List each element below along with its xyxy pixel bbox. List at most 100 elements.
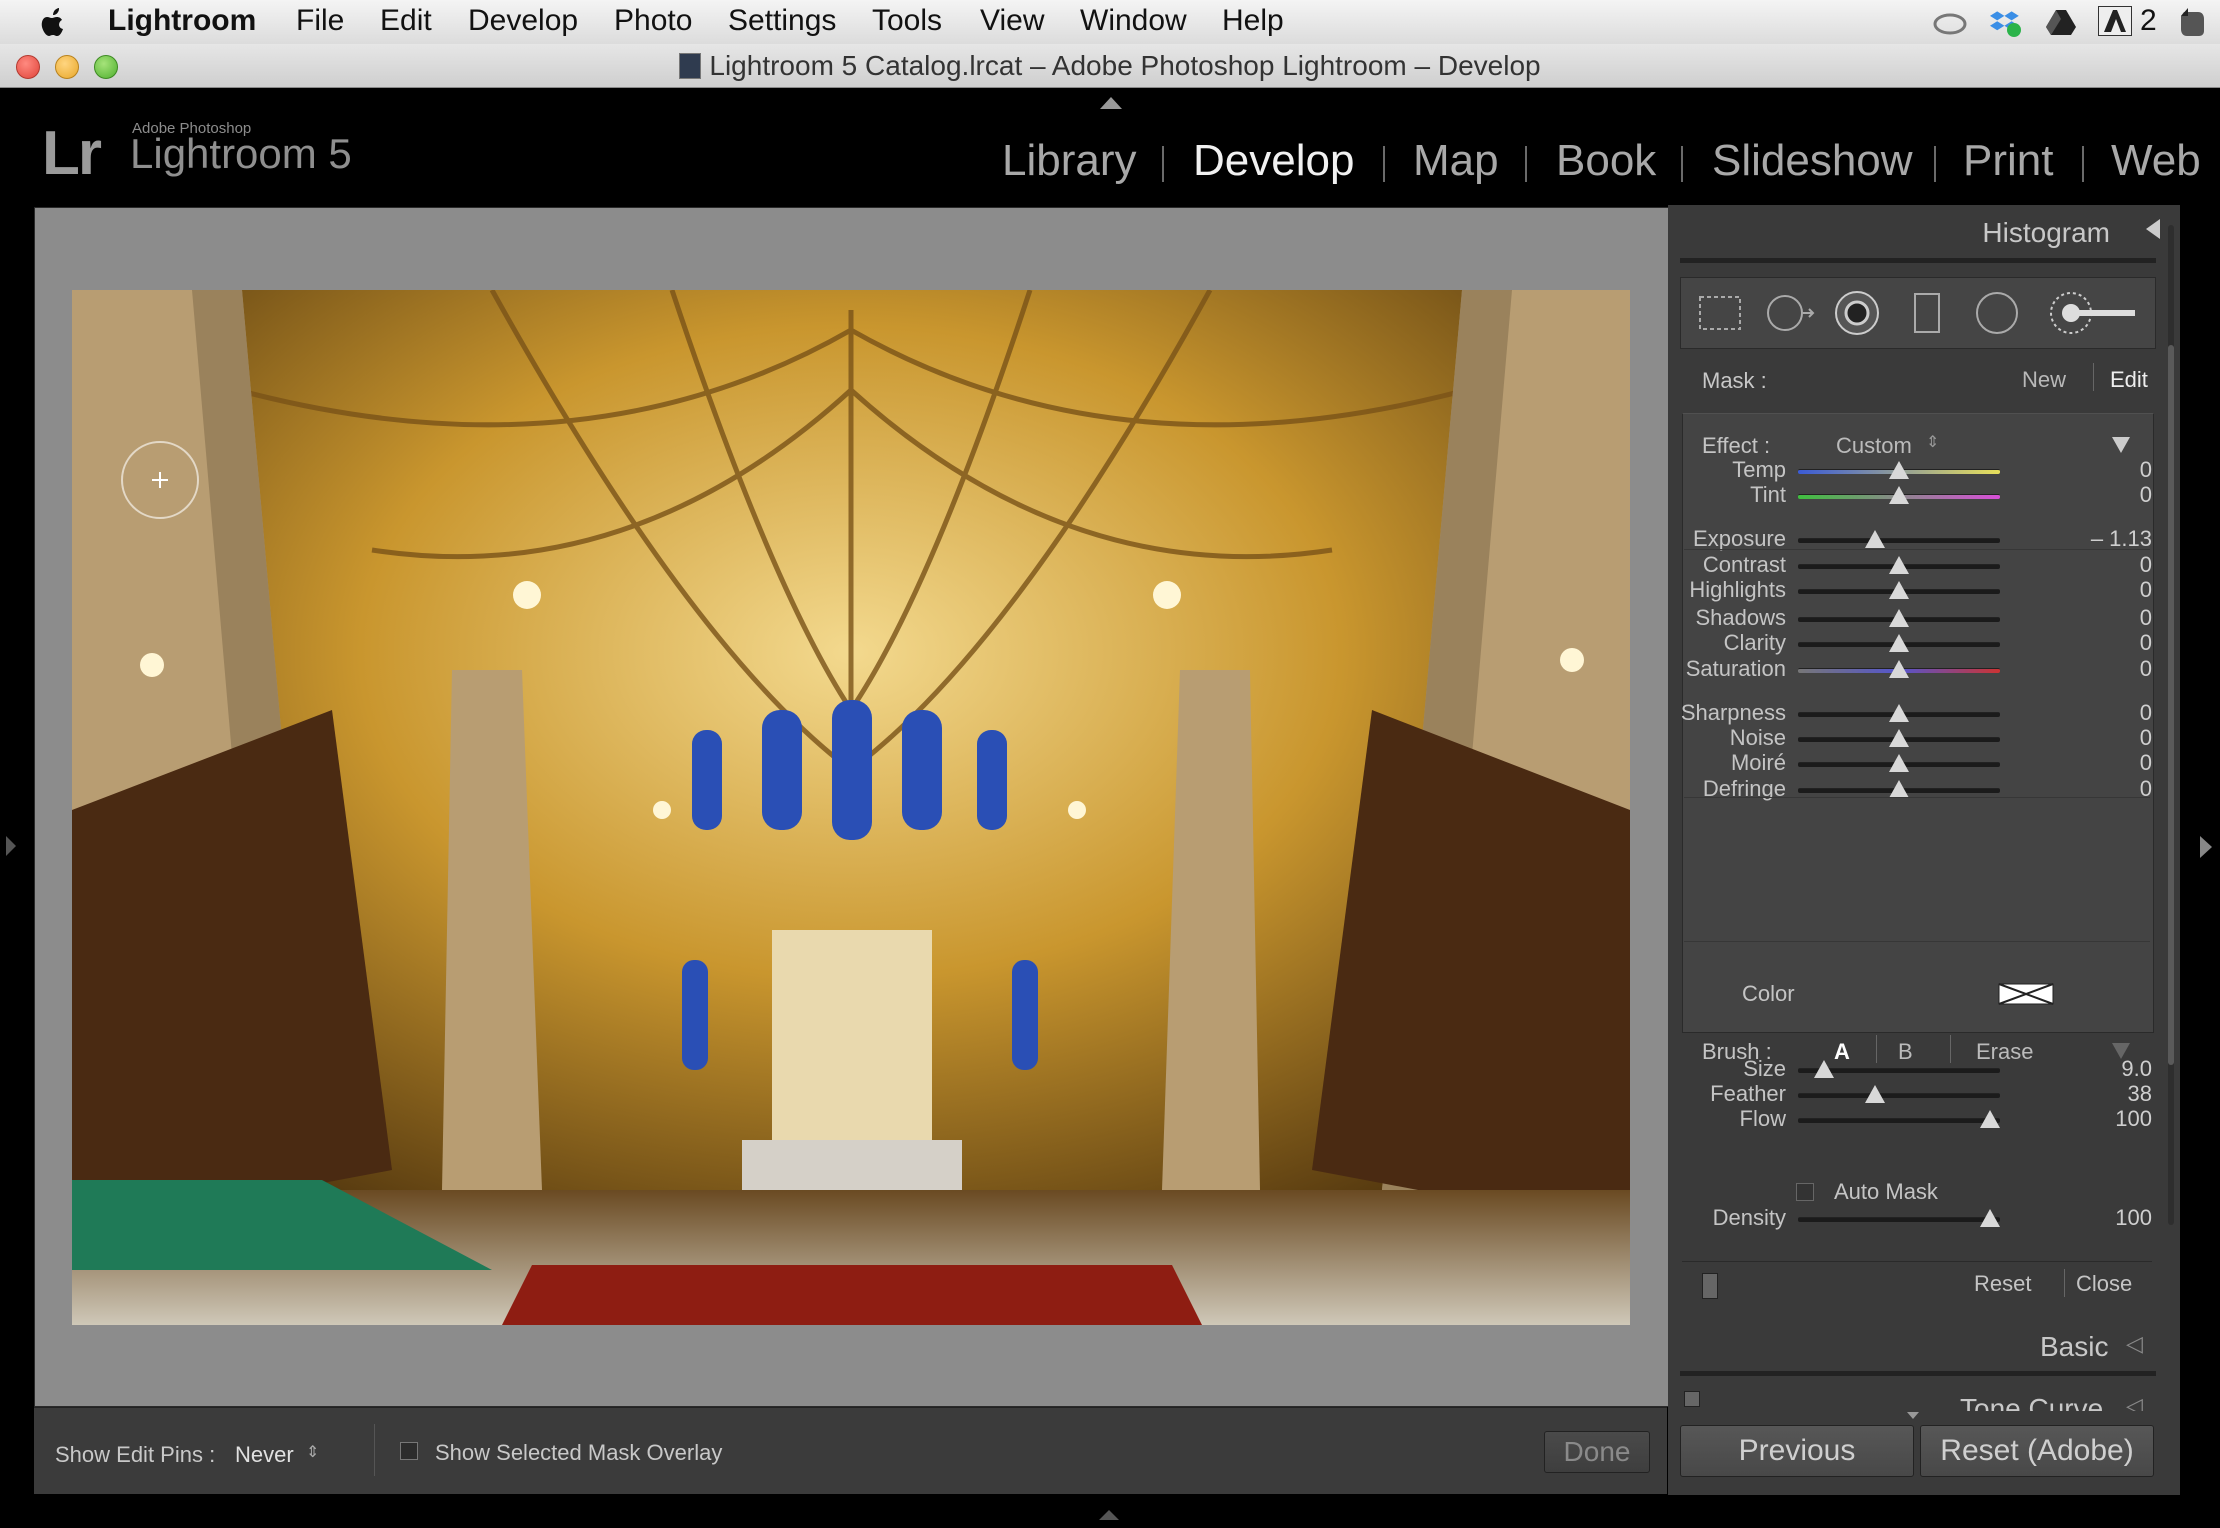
module-print[interactable]: Print xyxy=(1963,136,2053,186)
drive-icon[interactable] xyxy=(2046,8,2076,36)
app-menu[interactable]: Lightroom xyxy=(108,4,256,38)
slider-value[interactable]: 0 xyxy=(2140,750,2152,776)
done-button[interactable]: Done xyxy=(1544,1431,1650,1473)
menu-window[interactable]: Window xyxy=(1080,4,1187,38)
slider-thumb[interactable] xyxy=(1889,660,1909,678)
color-swatch[interactable] xyxy=(1998,983,2054,1005)
preset-stepper-icon[interactable]: ⇕ xyxy=(1926,432,1939,452)
slider-thumb[interactable] xyxy=(1889,609,1909,627)
slider-thumb[interactable] xyxy=(1889,486,1909,504)
graduated-filter-tool-icon[interactable] xyxy=(1907,290,1947,336)
slider-thumb[interactable] xyxy=(1889,754,1909,772)
slider-thumb[interactable] xyxy=(1889,581,1909,599)
auto-mask-checkbox[interactable] xyxy=(1796,1183,1814,1201)
top-panel-toggle-icon[interactable] xyxy=(1100,97,1122,109)
slider-value[interactable]: 0 xyxy=(2140,776,2152,802)
slider-thumb[interactable] xyxy=(1979,1209,2000,1227)
menu-edit[interactable]: Edit xyxy=(380,4,432,38)
slider-thumb[interactable] xyxy=(1889,461,1909,479)
photo-cathedral-interior[interactable] xyxy=(72,290,1630,1325)
module-slideshow[interactable]: Slideshow xyxy=(1712,136,1913,186)
expand-triangle-icon[interactable]: ◁ xyxy=(2126,1393,2143,1411)
slider-value[interactable]: 100 xyxy=(2115,1205,2152,1231)
mask-new-button[interactable]: New xyxy=(2022,367,2066,393)
slider-thumb[interactable] xyxy=(1889,780,1909,798)
slider-thumb[interactable] xyxy=(1889,634,1909,652)
module-web[interactable]: Web xyxy=(2111,136,2201,186)
slider-thumb[interactable] xyxy=(1889,556,1909,574)
slider-value[interactable]: 0 xyxy=(2140,700,2152,726)
menu-settings[interactable]: Settings xyxy=(728,4,836,38)
slider-value[interactable]: 38 xyxy=(2128,1081,2152,1107)
slider-thumb[interactable] xyxy=(1889,704,1909,722)
crop-tool-icon[interactable] xyxy=(1695,292,1745,334)
slider-thumb[interactable] xyxy=(1864,1085,1885,1103)
slider-value[interactable]: 0 xyxy=(2140,457,2152,483)
mask-overlay-checkbox[interactable] xyxy=(400,1442,418,1460)
slider-track[interactable] xyxy=(1798,1217,2000,1222)
left-panel-toggle-icon[interactable] xyxy=(6,836,16,856)
adobe-icon[interactable] xyxy=(2098,6,2132,36)
slider-track[interactable] xyxy=(1798,1118,2000,1123)
dropbox-icon[interactable] xyxy=(1990,6,2022,38)
slider-track[interactable] xyxy=(1798,538,2000,543)
cloud-icon[interactable] xyxy=(1932,8,1968,36)
previous-button[interactable]: Previous xyxy=(1680,1425,1914,1477)
slider-label: Flow xyxy=(1739,1106,1786,1131)
collapse-triangle-icon[interactable] xyxy=(2146,219,2160,239)
slider-row-temp: Temp 0 xyxy=(1668,457,2168,483)
slider-value[interactable]: 0 xyxy=(2140,605,2152,631)
slider-thumb[interactable] xyxy=(1979,1110,2000,1128)
menu-help[interactable]: Help xyxy=(1222,4,1284,38)
slider-track[interactable] xyxy=(1798,1093,2000,1098)
menu-develop[interactable]: Develop xyxy=(468,4,578,38)
right-panel-toggle-icon[interactable] xyxy=(2200,836,2212,858)
slider-value[interactable]: 0 xyxy=(2140,482,2152,508)
red-eye-tool-icon[interactable] xyxy=(1831,288,1883,338)
effect-collapse-icon[interactable] xyxy=(2112,437,2130,453)
expand-triangle-icon[interactable]: ◁ xyxy=(2126,1331,2143,1357)
slider-thumb[interactable] xyxy=(1889,729,1909,747)
slider-value[interactable]: 0 xyxy=(2140,552,2152,578)
panel-scrollbar[interactable] xyxy=(2168,225,2174,1225)
module-develop[interactable]: Develop xyxy=(1193,136,1354,186)
effect-preset-select[interactable]: Custom xyxy=(1836,433,1912,459)
bottom-panel-toggle-icon[interactable] xyxy=(1099,1510,1119,1520)
slider-value[interactable]: 100 xyxy=(2115,1106,2152,1132)
spot-removal-tool-icon[interactable] xyxy=(1761,290,1821,336)
slider-value[interactable]: 9.0 xyxy=(2121,1056,2152,1082)
radial-filter-tool-icon[interactable] xyxy=(1971,288,2023,338)
slider-value[interactable]: 0 xyxy=(2140,577,2152,603)
panel-scrollbar-thumb[interactable] xyxy=(2168,345,2174,1065)
module-map[interactable]: Map xyxy=(1413,136,1499,186)
reset-adobe-button[interactable]: Reset (Adobe) xyxy=(1920,1425,2154,1477)
menu-file[interactable]: File xyxy=(296,4,344,38)
scroll-down-icon[interactable] xyxy=(1907,1412,1919,1419)
panel-switch-icon[interactable] xyxy=(1684,1391,1700,1407)
panel-switch-icon[interactable] xyxy=(1702,1273,1718,1299)
window-title: Lightroom 5 Catalog.lrcat – Adobe Photos… xyxy=(0,50,2220,82)
window-title-bar: Lightroom 5 Catalog.lrcat – Adobe Photos… xyxy=(0,44,2220,88)
mask-close-button[interactable]: Close xyxy=(2076,1271,2132,1297)
menu-view[interactable]: View xyxy=(980,4,1044,38)
slider-value[interactable]: 0 xyxy=(2140,630,2152,656)
stepper-arrows-icon[interactable]: ⇕ xyxy=(306,1442,319,1462)
show-edit-pins-select[interactable]: Never xyxy=(235,1442,294,1468)
module-library[interactable]: Library xyxy=(1002,136,1137,186)
slider-thumb[interactable] xyxy=(1814,1060,1835,1078)
slider-thumb[interactable] xyxy=(1864,530,1885,548)
apple-icon[interactable] xyxy=(38,6,68,38)
evernote-icon[interactable] xyxy=(2178,6,2208,38)
slider-value[interactable]: 0 xyxy=(2140,725,2152,751)
mask-reset-button[interactable]: Reset xyxy=(1974,1271,2031,1297)
slider-value[interactable]: 0 xyxy=(2140,656,2152,682)
tone-curve-panel-header[interactable]: Tone Curve xyxy=(1960,1393,2103,1411)
module-book[interactable]: Book xyxy=(1556,136,1656,186)
adjustment-brush-tool-icon[interactable] xyxy=(2045,288,2141,338)
basic-panel-header[interactable]: Basic xyxy=(2040,1331,2108,1363)
mask-edit-button[interactable]: Edit xyxy=(2110,367,2148,393)
slider-label: Tint xyxy=(1750,482,1786,507)
menu-photo[interactable]: Photo xyxy=(614,4,692,38)
menu-tools[interactable]: Tools xyxy=(872,4,942,38)
histogram-panel-header[interactable]: Histogram xyxy=(1982,217,2110,249)
